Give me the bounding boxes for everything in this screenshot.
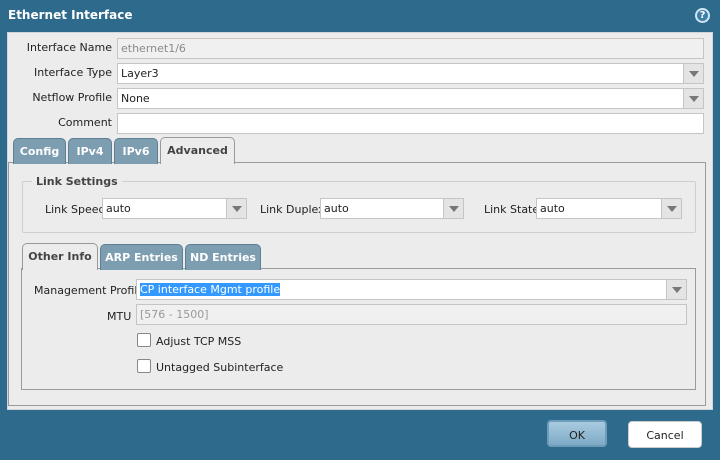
- dialog-title: Ethernet Interface: [8, 8, 133, 22]
- interface-type-value: Layer3: [121, 67, 159, 80]
- chevron-down-icon[interactable]: [226, 199, 246, 218]
- link-state-label: Link State: [484, 203, 540, 216]
- link-settings-legend: Link Settings: [32, 175, 122, 188]
- chevron-down-icon[interactable]: [683, 89, 703, 108]
- tab-ipv6[interactable]: IPv6: [114, 138, 158, 164]
- interface-name-field[interactable]: ethernet1/6: [117, 38, 704, 59]
- chevron-down-icon[interactable]: [666, 280, 686, 299]
- ok-button[interactable]: OK: [547, 420, 607, 447]
- chevron-down-icon[interactable]: [683, 64, 703, 83]
- adjust-tcp-mss-label: Adjust TCP MSS: [156, 335, 242, 348]
- cancel-button[interactable]: Cancel: [628, 421, 702, 448]
- link-state-value: auto: [540, 202, 565, 215]
- netflow-profile-select[interactable]: None: [117, 88, 704, 109]
- mtu-field[interactable]: [576 - 1500]: [136, 304, 687, 325]
- chevron-down-icon[interactable]: [661, 199, 681, 218]
- help-icon[interactable]: ?: [695, 8, 710, 23]
- untagged-subinterface-label: Untagged Subinterface: [156, 361, 284, 374]
- management-profile-select[interactable]: CP interface Mgmt profile: [136, 279, 687, 300]
- mtu-label: MTU: [107, 310, 132, 323]
- chevron-down-icon[interactable]: [443, 199, 463, 218]
- management-profile-value: CP interface Mgmt profile: [140, 283, 281, 296]
- tab-config[interactable]: Config: [13, 138, 66, 164]
- interface-type-select[interactable]: Layer3: [117, 63, 704, 84]
- interface-name-label: Interface Name: [26, 41, 112, 54]
- tab-advanced[interactable]: Advanced: [160, 137, 235, 164]
- link-duplex-label: Link Duplex: [260, 203, 325, 216]
- link-speed-select[interactable]: auto: [102, 198, 247, 219]
- link-speed-label: Link Speed: [45, 203, 106, 216]
- netflow-profile-value: None: [121, 92, 150, 105]
- adjust-tcp-mss-checkbox[interactable]: [137, 333, 151, 347]
- interface-type-label: Interface Type: [33, 66, 112, 79]
- sub-tab-other-info[interactable]: Other Info: [22, 243, 98, 270]
- management-profile-label: Management Profile: [34, 284, 145, 297]
- link-state-select[interactable]: auto: [536, 198, 682, 219]
- untagged-subinterface-checkbox[interactable]: [137, 359, 151, 373]
- netflow-profile-label: Netflow Profile: [32, 91, 112, 104]
- tab-ipv4[interactable]: IPv4: [68, 138, 112, 164]
- sub-tab-nd-entries[interactable]: ND Entries: [185, 244, 261, 270]
- link-speed-value: auto: [106, 202, 131, 215]
- sub-tab-arp-entries[interactable]: ARP Entries: [100, 244, 183, 270]
- comment-label: Comment: [58, 116, 112, 129]
- link-duplex-value: auto: [324, 202, 349, 215]
- comment-field[interactable]: [117, 113, 704, 134]
- link-duplex-select[interactable]: auto: [320, 198, 464, 219]
